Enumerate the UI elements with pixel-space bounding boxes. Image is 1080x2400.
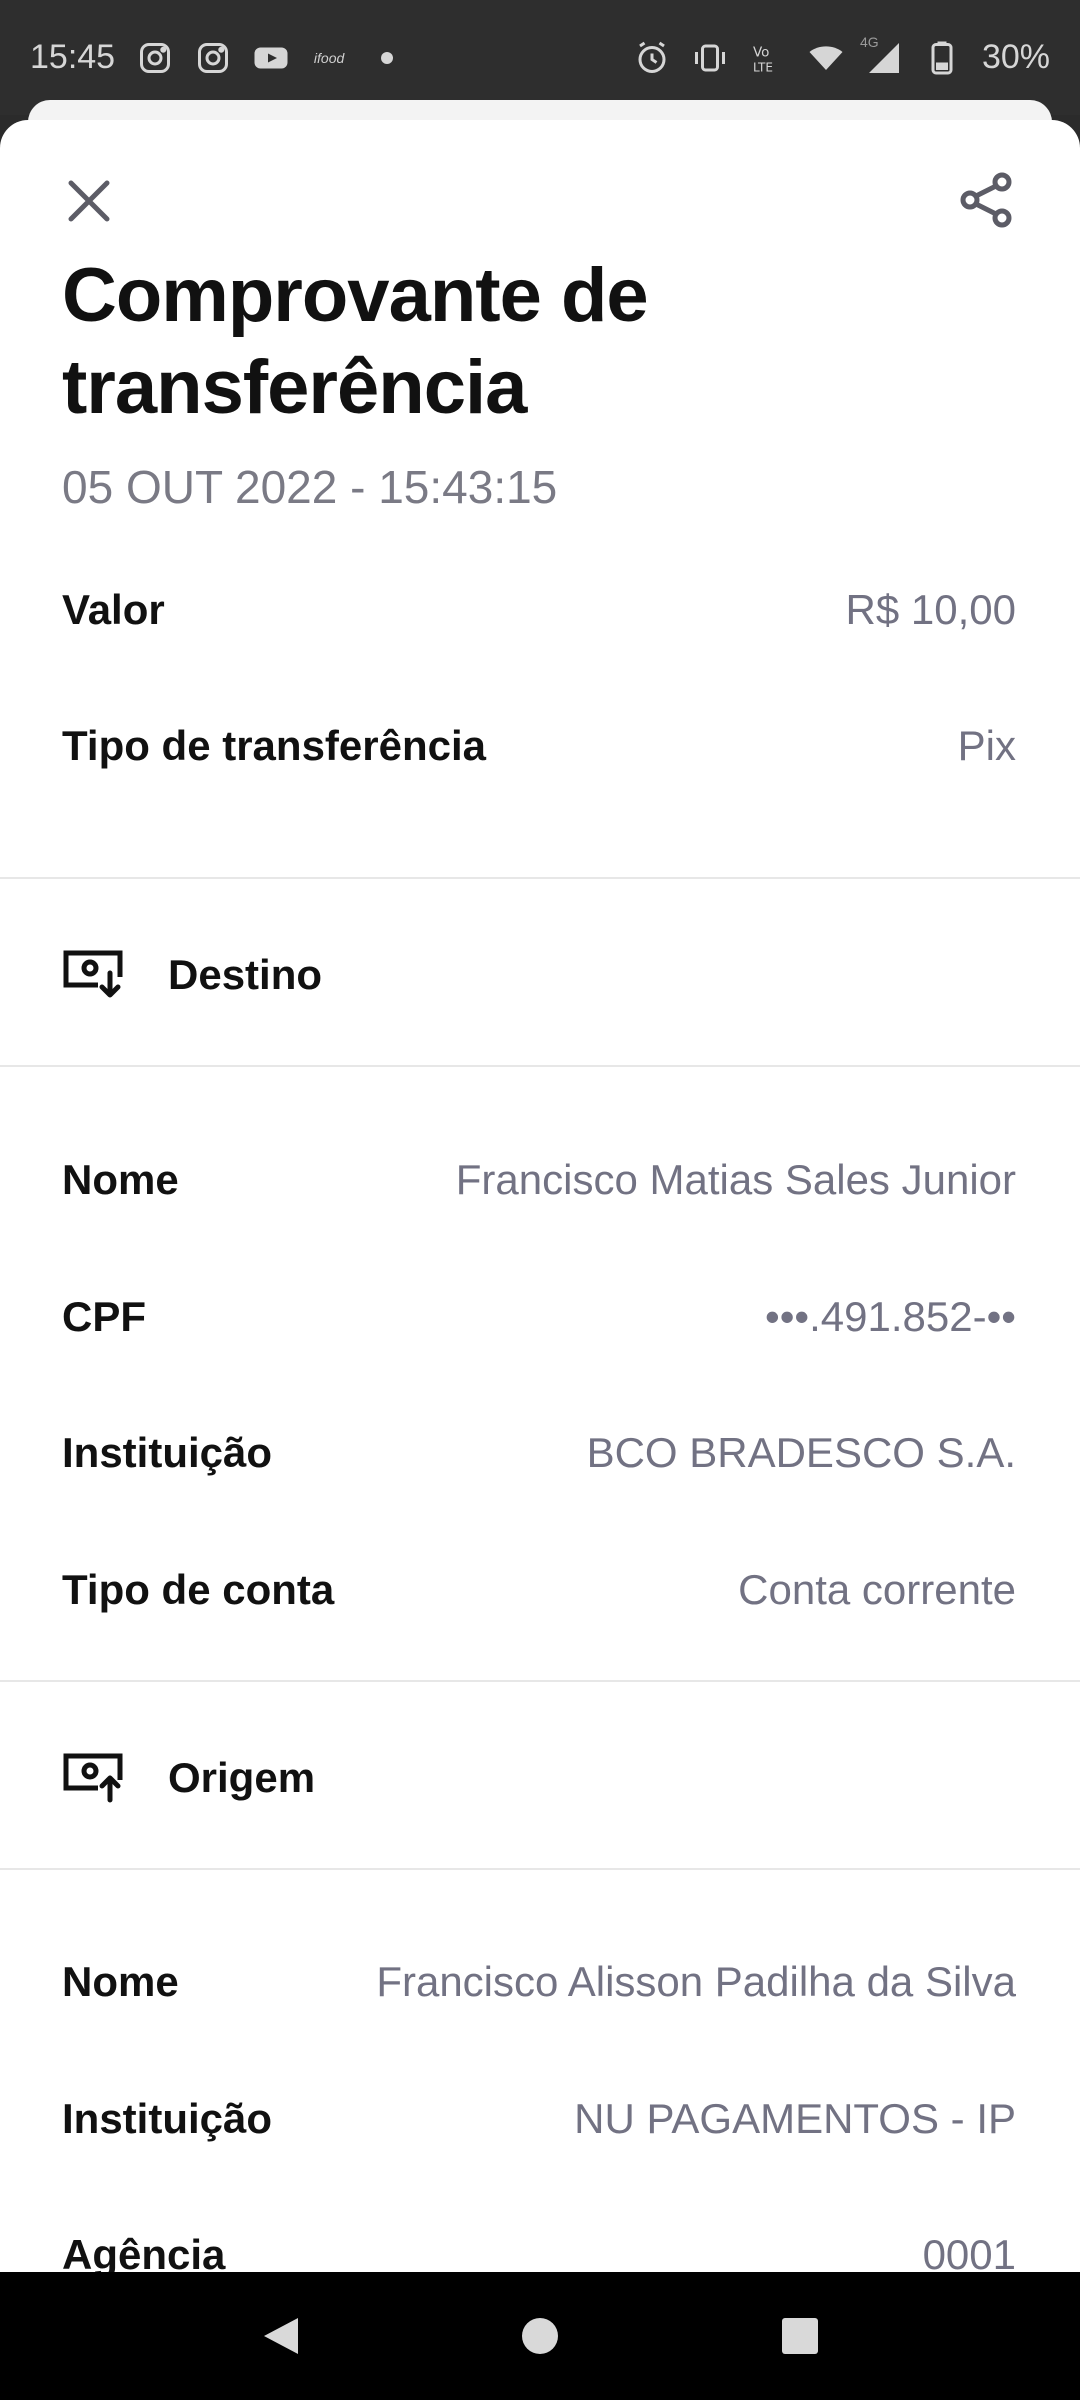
top-actions xyxy=(0,120,1080,270)
summary-row-tipo: Tipo de transferência Pix xyxy=(62,706,1016,786)
money-in-icon xyxy=(62,949,126,1001)
back-button[interactable] xyxy=(240,2296,320,2376)
origem-row-agencia: Agência 0001 xyxy=(62,2215,1016,2272)
battery-icon xyxy=(924,40,960,76)
ifood-icon: ifood xyxy=(313,49,345,66)
alarm-icon xyxy=(634,40,670,76)
instagram-icon xyxy=(195,40,231,76)
home-button[interactable] xyxy=(500,2296,580,2376)
youtube-icon xyxy=(253,40,289,76)
network-label: 4G xyxy=(859,33,879,50)
row-value: Francisco Alisson Padilha da Silva xyxy=(376,1958,1016,2005)
row-label: Instituição xyxy=(62,2095,273,2142)
origem-row-instituicao: Instituição NU PAGAMENTOS - IP xyxy=(62,2079,1016,2159)
destino-row-nome: Nome Francisco Matias Sales Junior xyxy=(62,1140,1016,1220)
destino-row-instituicao: Instituição BCO BRADESCO S.A. xyxy=(62,1413,1016,1493)
status-bar: 15:45 ifood Vo LTE 4G 30% xyxy=(0,0,1080,115)
close-icon xyxy=(68,180,110,222)
row-value: 0001 xyxy=(922,2231,1016,2272)
home-icon xyxy=(522,2318,558,2354)
row-label: Nome xyxy=(62,1958,179,2005)
page-title: Comprovante de transferência xyxy=(62,253,649,430)
battery-percent: 30% xyxy=(981,38,1050,76)
close-button[interactable] xyxy=(58,170,120,232)
instagram-icon xyxy=(137,40,173,76)
receipt-sheet: Comprovante de transferência 05 OUT 2022… xyxy=(0,120,1080,2272)
row-value: Pix xyxy=(957,722,1016,769)
vibrate-icon xyxy=(692,40,728,76)
share-button[interactable] xyxy=(952,165,1022,235)
status-time: 15:45 xyxy=(30,38,116,76)
recents-button[interactable] xyxy=(760,2296,840,2376)
share-icon xyxy=(960,172,1012,228)
status-left: 15:45 ifood xyxy=(30,38,405,77)
signal-icon: 4G xyxy=(860,34,902,76)
divider xyxy=(0,1065,1080,1067)
row-value: NU PAGAMENTOS - IP xyxy=(574,2095,1016,2142)
origem-row-nome: Nome Francisco Alisson Padilha da Silva xyxy=(62,1942,1016,2022)
summary-row-valor: Valor R$ 10,00 xyxy=(62,570,1016,650)
row-label: Tipo de conta xyxy=(62,1566,335,1613)
svg-text:LTE: LTE xyxy=(753,60,773,74)
volte-icon: Vo LTE xyxy=(750,40,786,76)
section-title: Origem xyxy=(168,1754,316,1801)
navigation-bar xyxy=(0,2272,1080,2400)
row-value: BCO BRADESCO S.A. xyxy=(586,1429,1016,1476)
destino-row-tipo-conta: Tipo de conta Conta corrente xyxy=(62,1550,1016,1630)
divider xyxy=(0,877,1080,879)
divider xyxy=(0,1868,1080,1870)
recents-icon xyxy=(782,2318,818,2354)
row-value: •••.491.852-•• xyxy=(765,1293,1016,1340)
row-value: Conta corrente xyxy=(738,1566,1016,1613)
row-label: Agência xyxy=(62,2231,226,2272)
destino-row-cpf: CPF •••.491.852-•• xyxy=(62,1277,1016,1357)
row-label: Tipo de transferência xyxy=(62,722,487,769)
section-destino-header: Destino xyxy=(62,930,322,1020)
row-label: Valor xyxy=(62,586,165,633)
status-right: Vo LTE 4G 30% xyxy=(634,34,1050,77)
section-origem-header: Origem xyxy=(62,1733,315,1823)
row-label: CPF xyxy=(62,1293,146,1340)
row-label: Instituição xyxy=(62,1429,273,1476)
row-value: Francisco Matias Sales Junior xyxy=(455,1156,1016,1203)
row-label: Nome xyxy=(62,1156,179,1203)
transfer-datetime: 05 OUT 2022 - 15:43:15 xyxy=(62,461,558,513)
money-out-icon xyxy=(62,1752,126,1804)
dot-icon xyxy=(369,40,405,76)
divider xyxy=(0,1680,1080,1682)
wifi-icon xyxy=(808,40,844,76)
back-icon xyxy=(264,2318,298,2354)
section-title: Destino xyxy=(168,951,323,998)
row-value: R$ 10,00 xyxy=(845,586,1016,633)
svg-text:Vo: Vo xyxy=(753,44,769,60)
